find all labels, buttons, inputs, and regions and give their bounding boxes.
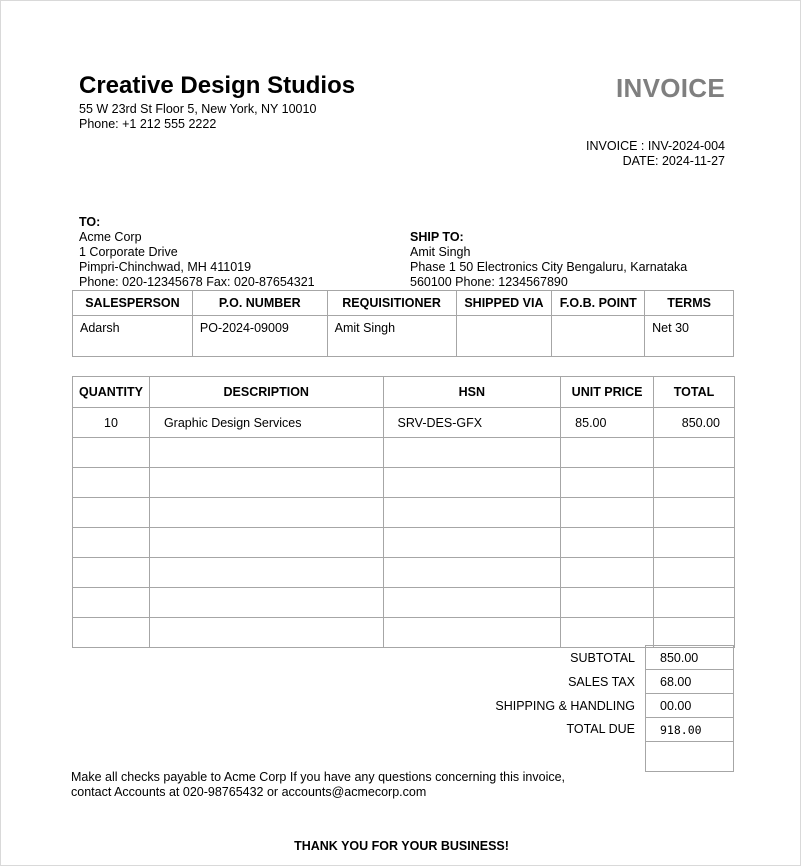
sales-tax-label: SALES TAX [568, 675, 635, 689]
empty-table-row [72, 527, 735, 558]
ship-to-name: Amit Singh [410, 245, 471, 259]
empty-table-row [72, 557, 735, 588]
terms-value: Net 30 [644, 315, 734, 357]
order-info-table: SALESPERSON P.O. NUMBER REQUISITIONER SH… [72, 290, 734, 357]
fob-point-value [551, 315, 646, 357]
invoice-page: Creative Design Studios 55 W 23rd St Flo… [0, 0, 801, 866]
ship-to-heading: SHIP TO: [410, 230, 464, 244]
po-number-value: PO-2024-09009 [191, 315, 328, 357]
table-row: 10 Graphic Design Services SRV-DES-GFX 8… [72, 407, 735, 438]
payment-note-line1: Make all checks payable to Acme Corp If … [71, 770, 566, 784]
invoice-number: INVOICE : INV-2024-004 [586, 139, 725, 153]
ship-to-address1: Phase 1 50 Electronics City Bengaluru, K… [410, 260, 688, 274]
invoice-date: DATE: 2024-11-27 [622, 154, 725, 168]
subtotal-label: SUBTOTAL [570, 651, 635, 665]
ship-to-address2: 560100 Phone: 1234567890 [410, 275, 568, 289]
subtotal-value: 850.00 [645, 645, 734, 670]
shipping-value: 00.00 [645, 693, 734, 718]
header-fob-point: F.O.B. POINT [551, 290, 646, 316]
line-items-table: QUANTITY DESCRIPTION HSN UNIT PRICE TOTA… [72, 376, 735, 648]
payment-note: Make all checks payable to Acme Corp If … [71, 770, 565, 800]
shipped-via-value [455, 315, 553, 357]
salesperson-value: Adarsh [72, 315, 193, 357]
item-hsn: SRV-DES-GFX [382, 407, 562, 438]
bill-to-contact: Phone: 020-12345678 Fax: 020-87654321 [79, 275, 315, 289]
item-description: Graphic Design Services [148, 407, 384, 438]
total-due-label: TOTAL DUE [566, 722, 635, 736]
item-total: 850.00 [653, 407, 735, 438]
header-salesperson: SALESPERSON [72, 290, 193, 316]
totals-empty-cell [645, 741, 734, 772]
header-po-number: P.O. NUMBER [191, 290, 328, 316]
header-shipped-via: SHIPPED VIA [455, 290, 553, 316]
empty-table-row [72, 467, 735, 498]
bill-to-address1: 1 Corporate Drive [79, 245, 178, 259]
bill-to-block: TO: Acme Corp 1 Corporate Drive Pimpri-C… [79, 215, 315, 290]
sales-tax-value: 68.00 [645, 669, 734, 694]
empty-table-row [72, 617, 735, 648]
order-info-value-row: Adarsh PO-2024-09009 Amit Singh Net 30 [72, 315, 734, 357]
header-requisitioner: REQUISITIONER [326, 290, 457, 316]
ship-to-block: SHIP TO: Amit Singh Phase 1 50 Electroni… [410, 230, 687, 290]
header-total: TOTAL [653, 376, 735, 408]
empty-table-row [72, 587, 735, 618]
totals-table: 850.00 68.00 00.00 918.00 [645, 645, 734, 772]
empty-table-row [72, 497, 735, 528]
total-due-value: 918.00 [645, 717, 734, 742]
header-description: DESCRIPTION [148, 376, 384, 408]
item-quantity: 10 [72, 407, 150, 438]
empty-table-row [72, 437, 735, 468]
bill-to-name: Acme Corp [79, 230, 142, 244]
item-unit-price: 85.00 [560, 407, 655, 438]
invoice-meta: INVOICE : INV-2024-004 DATE: 2024-11-27 [586, 139, 725, 169]
header-hsn: HSN [382, 376, 562, 408]
bill-to-address2: Pimpri-Chinchwad, MH 411019 [79, 260, 252, 274]
header-unit-price: UNIT PRICE [560, 376, 655, 408]
shipping-label: SHIPPING & HANDLING [495, 699, 635, 713]
order-info-header-row: SALESPERSON P.O. NUMBER REQUISITIONER SH… [72, 290, 734, 316]
payment-note-line2: contact Accounts at 020-98765432 or acco… [71, 785, 427, 799]
header-quantity: QUANTITY [72, 376, 150, 408]
thank-you-message: THANK YOU FOR YOUR BUSINESS! [294, 839, 509, 853]
requisitioner-value: Amit Singh [326, 315, 457, 357]
company-address: 55 W 23rd St Floor 5, New York, NY 10010 [79, 102, 317, 116]
line-items-header-row: QUANTITY DESCRIPTION HSN UNIT PRICE TOTA… [72, 376, 735, 408]
invoice-title: INVOICE [615, 73, 725, 103]
header-terms: TERMS [644, 290, 734, 316]
company-phone: Phone: +1 212 555 2222 [79, 117, 217, 131]
company-name: Creative Design Studios [79, 72, 356, 99]
bill-to-heading: TO: [79, 215, 101, 229]
